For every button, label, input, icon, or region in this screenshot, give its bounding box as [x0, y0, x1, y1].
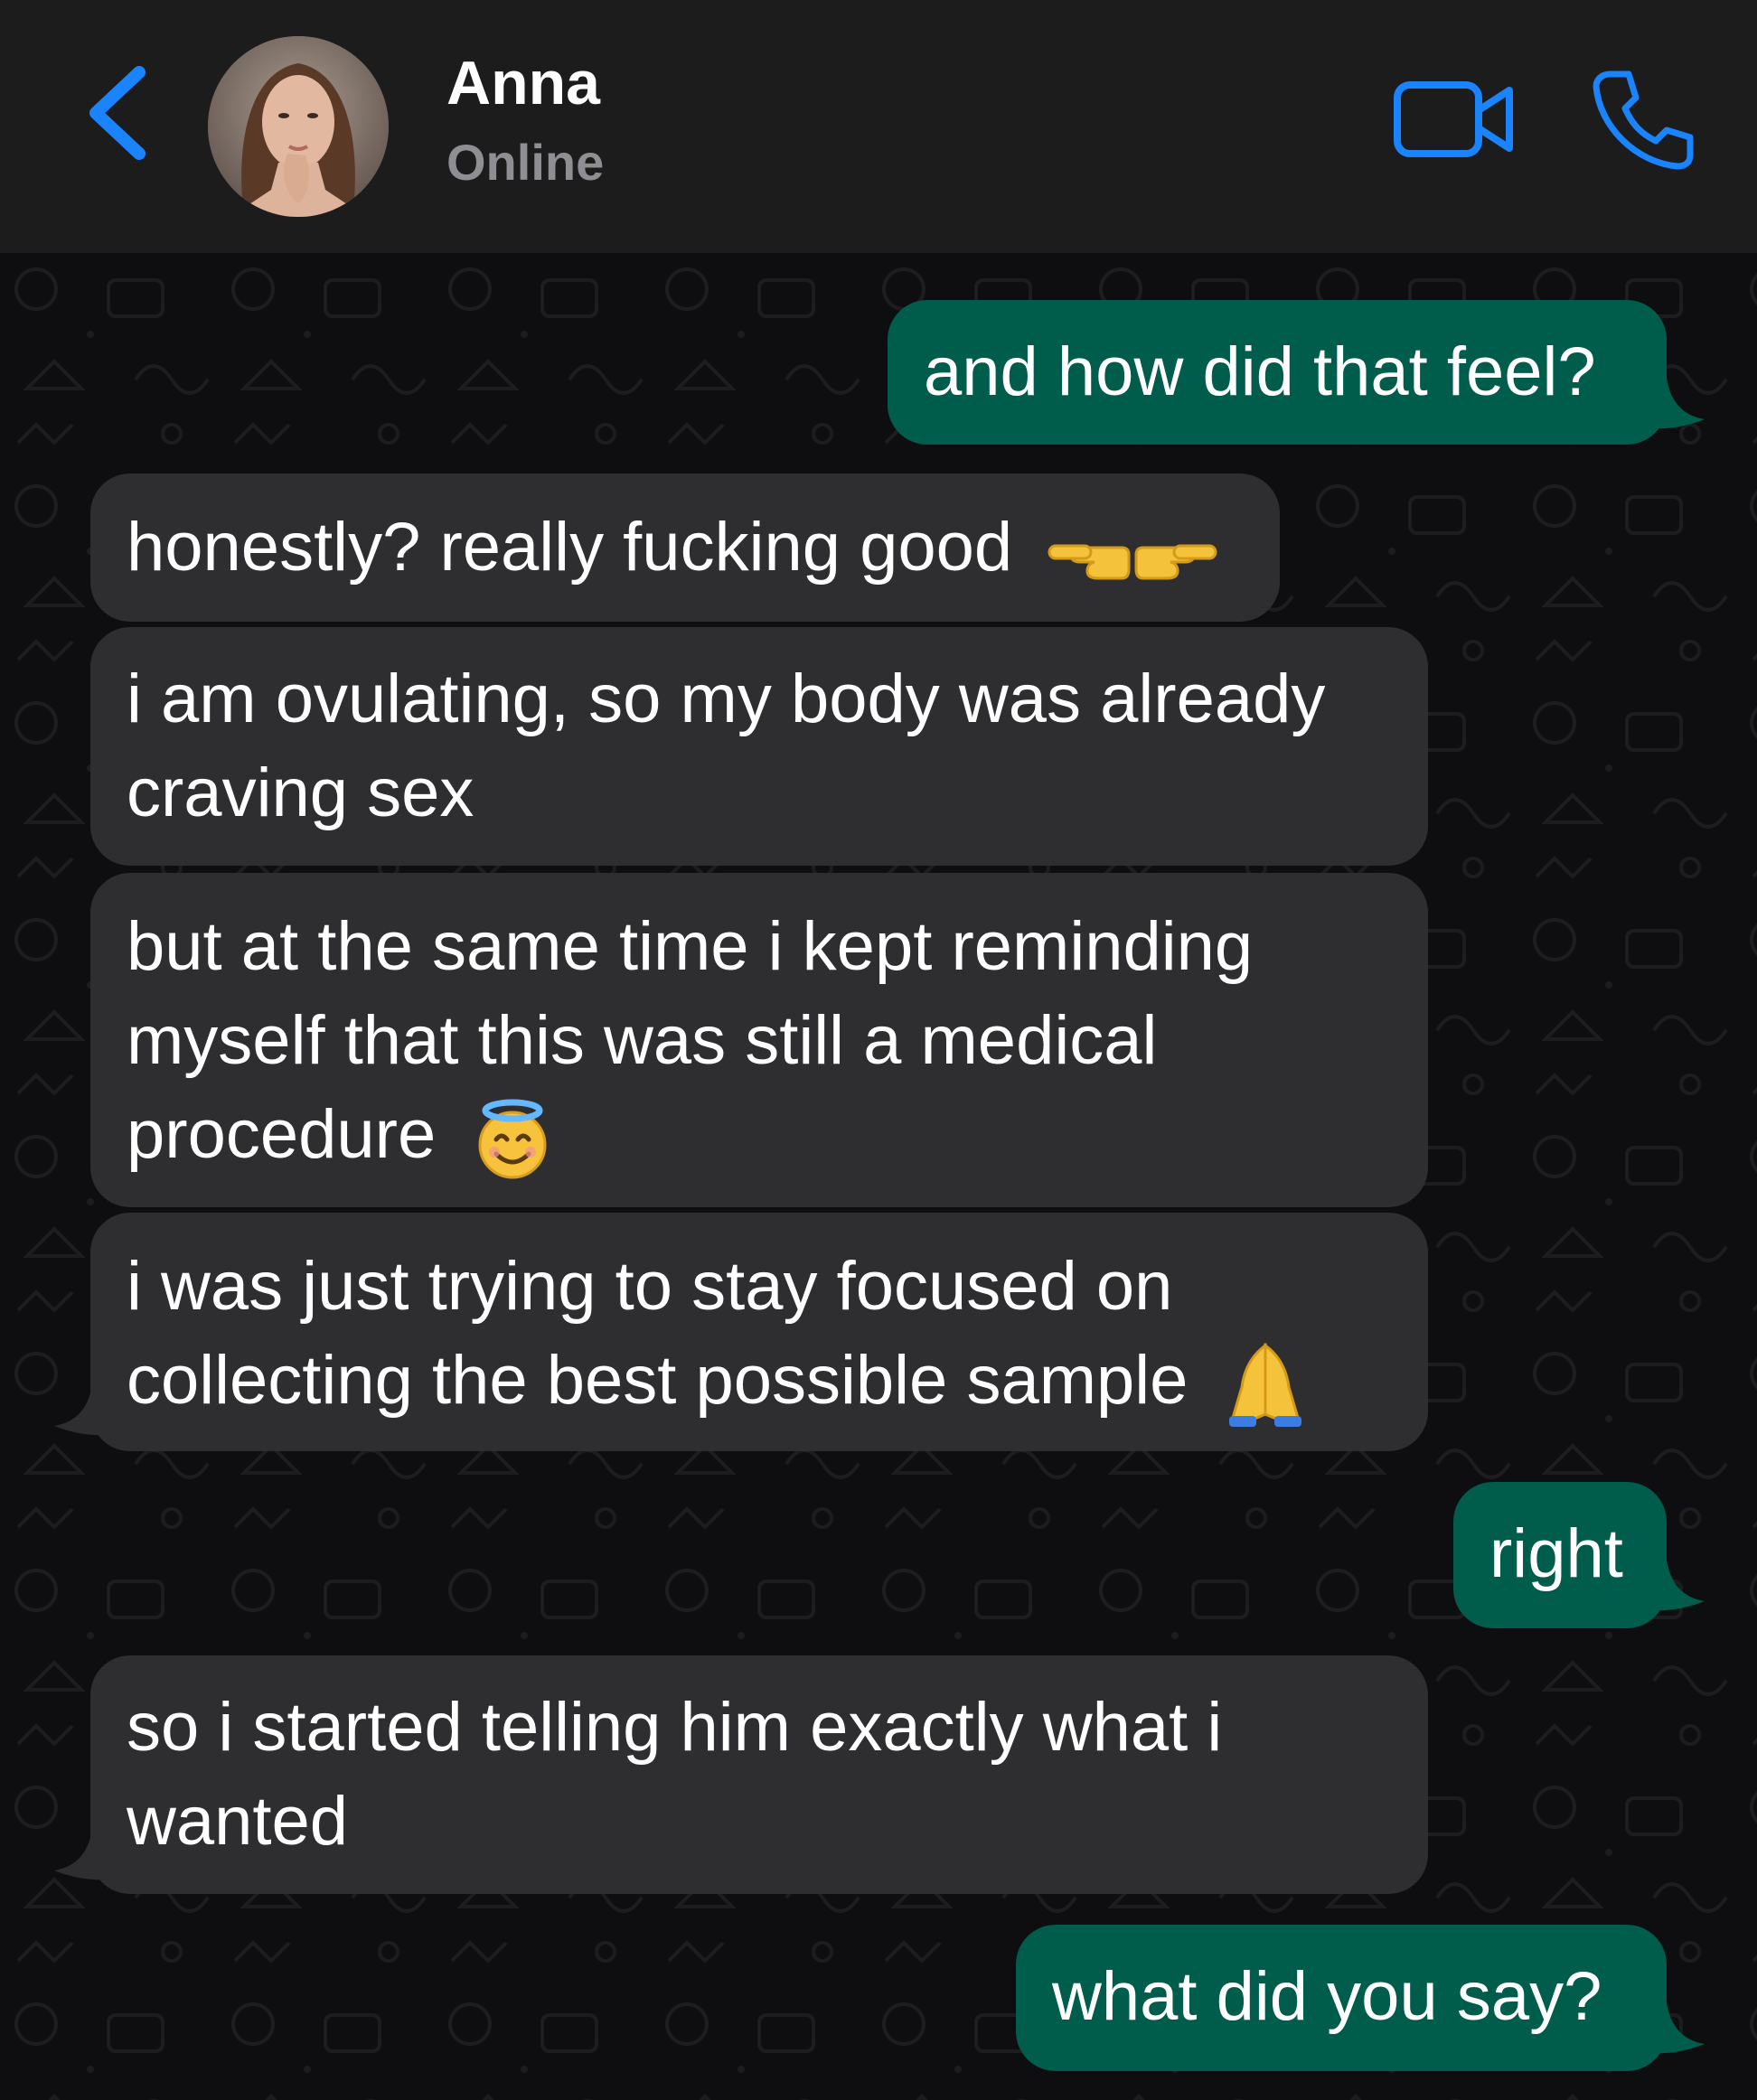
folded-hands-icon: [1228, 1342, 1301, 1427]
bubble-tail: [1650, 378, 1705, 429]
message-text: what did you say?: [1052, 1958, 1602, 2035]
chevron-left-icon[interactable]: [83, 63, 155, 163]
message-text-line: procedure: [127, 1096, 437, 1173]
message-incoming[interactable]: but at the same time i kept reminding my…: [90, 873, 1428, 1207]
bubble-tail: [54, 1384, 108, 1436]
message-text: right: [1489, 1515, 1623, 1592]
avatar-photo: [208, 36, 389, 217]
bubble-tail: [1650, 1560, 1705, 1611]
message-incoming[interactable]: honestly? really fucking good: [90, 473, 1280, 622]
message-text-line: but at the same time i kept reminding: [127, 908, 1254, 985]
avatar[interactable]: [208, 36, 389, 217]
phone-call-icon[interactable]: [1591, 67, 1696, 172]
message-text-line: wanted: [127, 1783, 349, 1860]
message-outgoing[interactable]: and how did that feel?: [888, 300, 1667, 445]
message-text-line: i was just trying to stay focused on: [127, 1248, 1173, 1325]
bubble-tail: [54, 1829, 108, 1880]
message-text: and how did that feel?: [924, 333, 1596, 410]
message-text-line: so i started telling him exactly what i: [127, 1689, 1223, 1766]
contact-name[interactable]: Anna: [446, 52, 600, 114]
message-incoming[interactable]: i was just trying to stay focused on col…: [90, 1213, 1428, 1451]
message-text-line: i am ovulating, so my body was already: [127, 661, 1326, 737]
message-list[interactable]: and how did that feel? honestly? really …: [0, 253, 1757, 2100]
message-text-line: myself that this was still a medical: [127, 1002, 1158, 1079]
message-outgoing[interactable]: right: [1453, 1482, 1667, 1628]
message-text-line: collecting the best possible sample: [127, 1342, 1189, 1419]
message-text: honestly? really fucking good: [127, 509, 1013, 586]
smiling-face-with-halo-icon: [478, 1099, 547, 1179]
pointing-hands-icon: [1048, 544, 1217, 580]
bubble-tail: [1650, 2002, 1705, 2054]
message-outgoing[interactable]: what did you say?: [1016, 1925, 1667, 2071]
video-call-icon[interactable]: [1392, 76, 1518, 163]
message-text-line: craving sex: [127, 755, 474, 831]
contact-status: Online: [446, 134, 605, 191]
message-incoming[interactable]: so i started telling him exactly what i …: [90, 1655, 1428, 1894]
chat-header: Anna Online: [0, 0, 1757, 253]
message-incoming[interactable]: i am ovulating, so my body was already c…: [90, 627, 1428, 866]
